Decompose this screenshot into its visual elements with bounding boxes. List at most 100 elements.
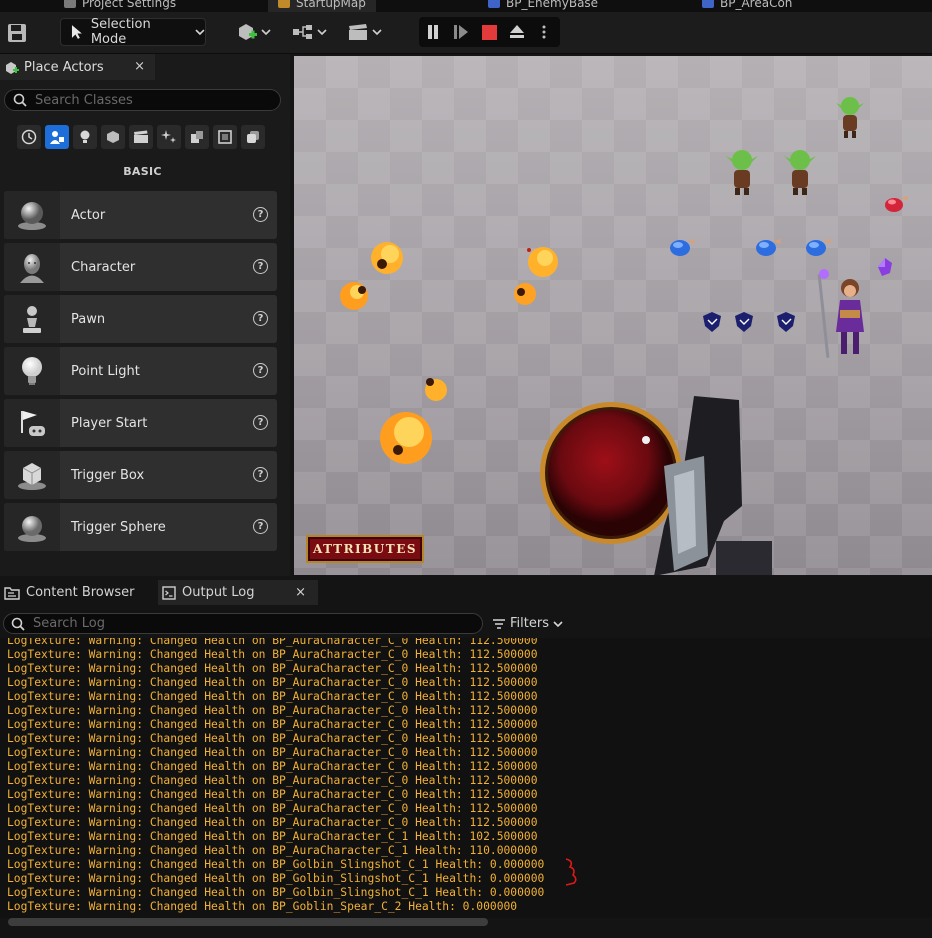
category-lights[interactable] [73, 125, 97, 149]
stop-button[interactable] [475, 17, 503, 47]
log-line: LogTexture: Warning: Changed Health on B… [7, 718, 538, 731]
chevron-down-icon [261, 29, 271, 36]
search-placeholder: Search Classes [35, 92, 133, 108]
filter-icon [493, 618, 505, 629]
sphere-icon [4, 191, 60, 239]
category-all-classes[interactable] [241, 125, 265, 149]
search-icon [11, 617, 25, 631]
category-shapes[interactable] [101, 125, 125, 149]
pause-button[interactable] [419, 17, 447, 47]
tab-place-actors[interactable]: Place Actors × [0, 54, 155, 80]
category-geometry[interactable] [185, 125, 209, 149]
cinematic-icon [134, 130, 148, 143]
log-line: LogTexture: Warning: Changed Health on B… [7, 690, 538, 703]
actor-item-label: Point Light [71, 363, 140, 379]
help-icon[interactable]: ? [253, 467, 268, 482]
help-icon[interactable]: ? [253, 311, 268, 326]
actor-item-trigger-sphere[interactable]: Trigger Sphere ? [4, 503, 277, 551]
close-icon[interactable]: × [134, 59, 145, 74]
eject-icon [510, 25, 524, 38]
stop-icon [481, 24, 497, 40]
log-line: LogTexture: Warning: Changed Health on B… [7, 638, 538, 647]
add-content-button[interactable] [236, 21, 271, 43]
log-line: LogTexture: Warning: Changed Health on B… [7, 732, 538, 745]
log-output[interactable]: LogTexture: Warning: Changed Health on B… [0, 638, 932, 918]
tab-project-settings[interactable]: Project Settings [64, 0, 176, 12]
player-start-icon [4, 399, 60, 447]
trigger-sphere-icon [4, 503, 60, 551]
selection-mode-dropdown[interactable]: Selection Mode [60, 17, 206, 47]
fire-effect-icon [340, 242, 403, 310]
close-icon[interactable]: × [295, 585, 306, 600]
category-volumes[interactable] [213, 125, 237, 149]
category-cinematic[interactable] [129, 125, 153, 149]
settings-icon [64, 0, 76, 8]
category-bar [17, 125, 265, 149]
tab-startup-map[interactable]: StartupMap [268, 0, 376, 12]
search-classes-input[interactable]: Search Classes [4, 89, 281, 111]
output-log-icon [162, 585, 176, 600]
fire-effect-icon [380, 378, 447, 464]
actor-item-character[interactable]: Character ? [4, 243, 277, 291]
attributes-button[interactable]: ATTRIBUTES [306, 535, 424, 563]
all-classes-icon [247, 131, 259, 143]
help-icon[interactable]: ? [253, 363, 268, 378]
category-visual-effects[interactable] [157, 125, 181, 149]
tab-label: BP_EnemyBase [506, 0, 599, 10]
cinematics-button[interactable] [347, 21, 382, 43]
pawn-icon [4, 295, 60, 343]
filters-dropdown[interactable]: Filters [492, 613, 563, 634]
help-icon[interactable]: ? [253, 415, 268, 430]
crystal-icon [878, 258, 892, 276]
help-icon[interactable]: ? [253, 519, 268, 534]
tab-bp-enemy-base[interactable]: BP_EnemyBase [488, 0, 598, 12]
document-tab-strip: Project Settings StartupMap BP_EnemyBase… [0, 0, 932, 12]
place-actors-icon [6, 61, 19, 74]
goblin-enemy-icon [784, 150, 816, 195]
blueprints-button[interactable] [292, 21, 327, 43]
mana-potion-icon [756, 239, 781, 256]
actor-item-label: Character [71, 259, 136, 275]
actor-item-label: Actor [71, 207, 106, 223]
tab-bp-area[interactable]: BP_AreaCon [702, 0, 792, 12]
frame-advance-button[interactable] [447, 17, 475, 47]
output-log-panel: Content Browser Output Log × Search Log … [0, 577, 932, 938]
log-line: LogTexture: Warning: Changed Health on B… [7, 886, 545, 899]
actor-item-trigger-box[interactable]: Trigger Box ? [4, 451, 277, 499]
help-icon[interactable]: ? [253, 259, 268, 274]
save-icon[interactable] [6, 23, 28, 43]
help-icon[interactable]: ? [253, 207, 268, 222]
tab-output-log[interactable]: Output Log × [158, 580, 318, 605]
log-line: LogTexture: Warning: Changed Health on B… [7, 676, 538, 689]
goblin-enemy-icon [726, 150, 758, 195]
log-line: LogTexture: Warning: Changed Health on B… [7, 704, 538, 717]
horizontal-scrollbar[interactable] [8, 918, 488, 926]
level-icon [278, 0, 290, 8]
tab-label: StartupMap [296, 0, 366, 10]
category-basic[interactable] [45, 125, 69, 149]
log-line: LogTexture: Warning: Changed Health on B… [7, 900, 518, 913]
category-recent[interactable] [17, 125, 41, 149]
tab-content-browser[interactable]: Content Browser [0, 580, 155, 605]
actor-item-point-light[interactable]: Point Light ? [4, 347, 277, 395]
recent-icon [21, 129, 37, 145]
main-toolbar: Selection Mode [0, 12, 932, 54]
actor-item-player-start[interactable]: Player Start ? [4, 399, 277, 447]
eject-button[interactable] [503, 17, 531, 47]
player-character-icon [817, 269, 864, 358]
play-options-button[interactable] [531, 17, 556, 47]
clapperboard-icon [349, 24, 367, 40]
play-controls [419, 17, 560, 47]
actor-item-pawn[interactable]: Pawn ? [4, 295, 277, 343]
log-line: LogTexture: Warning: Changed Health on B… [7, 662, 538, 675]
search-placeholder: Search Log [33, 616, 106, 631]
search-log-input[interactable]: Search Log [3, 613, 483, 634]
actor-item-actor[interactable]: Actor ? [4, 191, 277, 239]
chevron-down-icon [553, 620, 563, 627]
level-viewport[interactable]: ATTRIBUTES [294, 56, 932, 575]
health-potion-icon [885, 196, 908, 212]
more-vertical-icon [542, 25, 545, 39]
actor-item-label: Player Start [71, 415, 148, 431]
filters-label: Filters [510, 616, 549, 631]
chevron-down-icon [317, 29, 327, 36]
